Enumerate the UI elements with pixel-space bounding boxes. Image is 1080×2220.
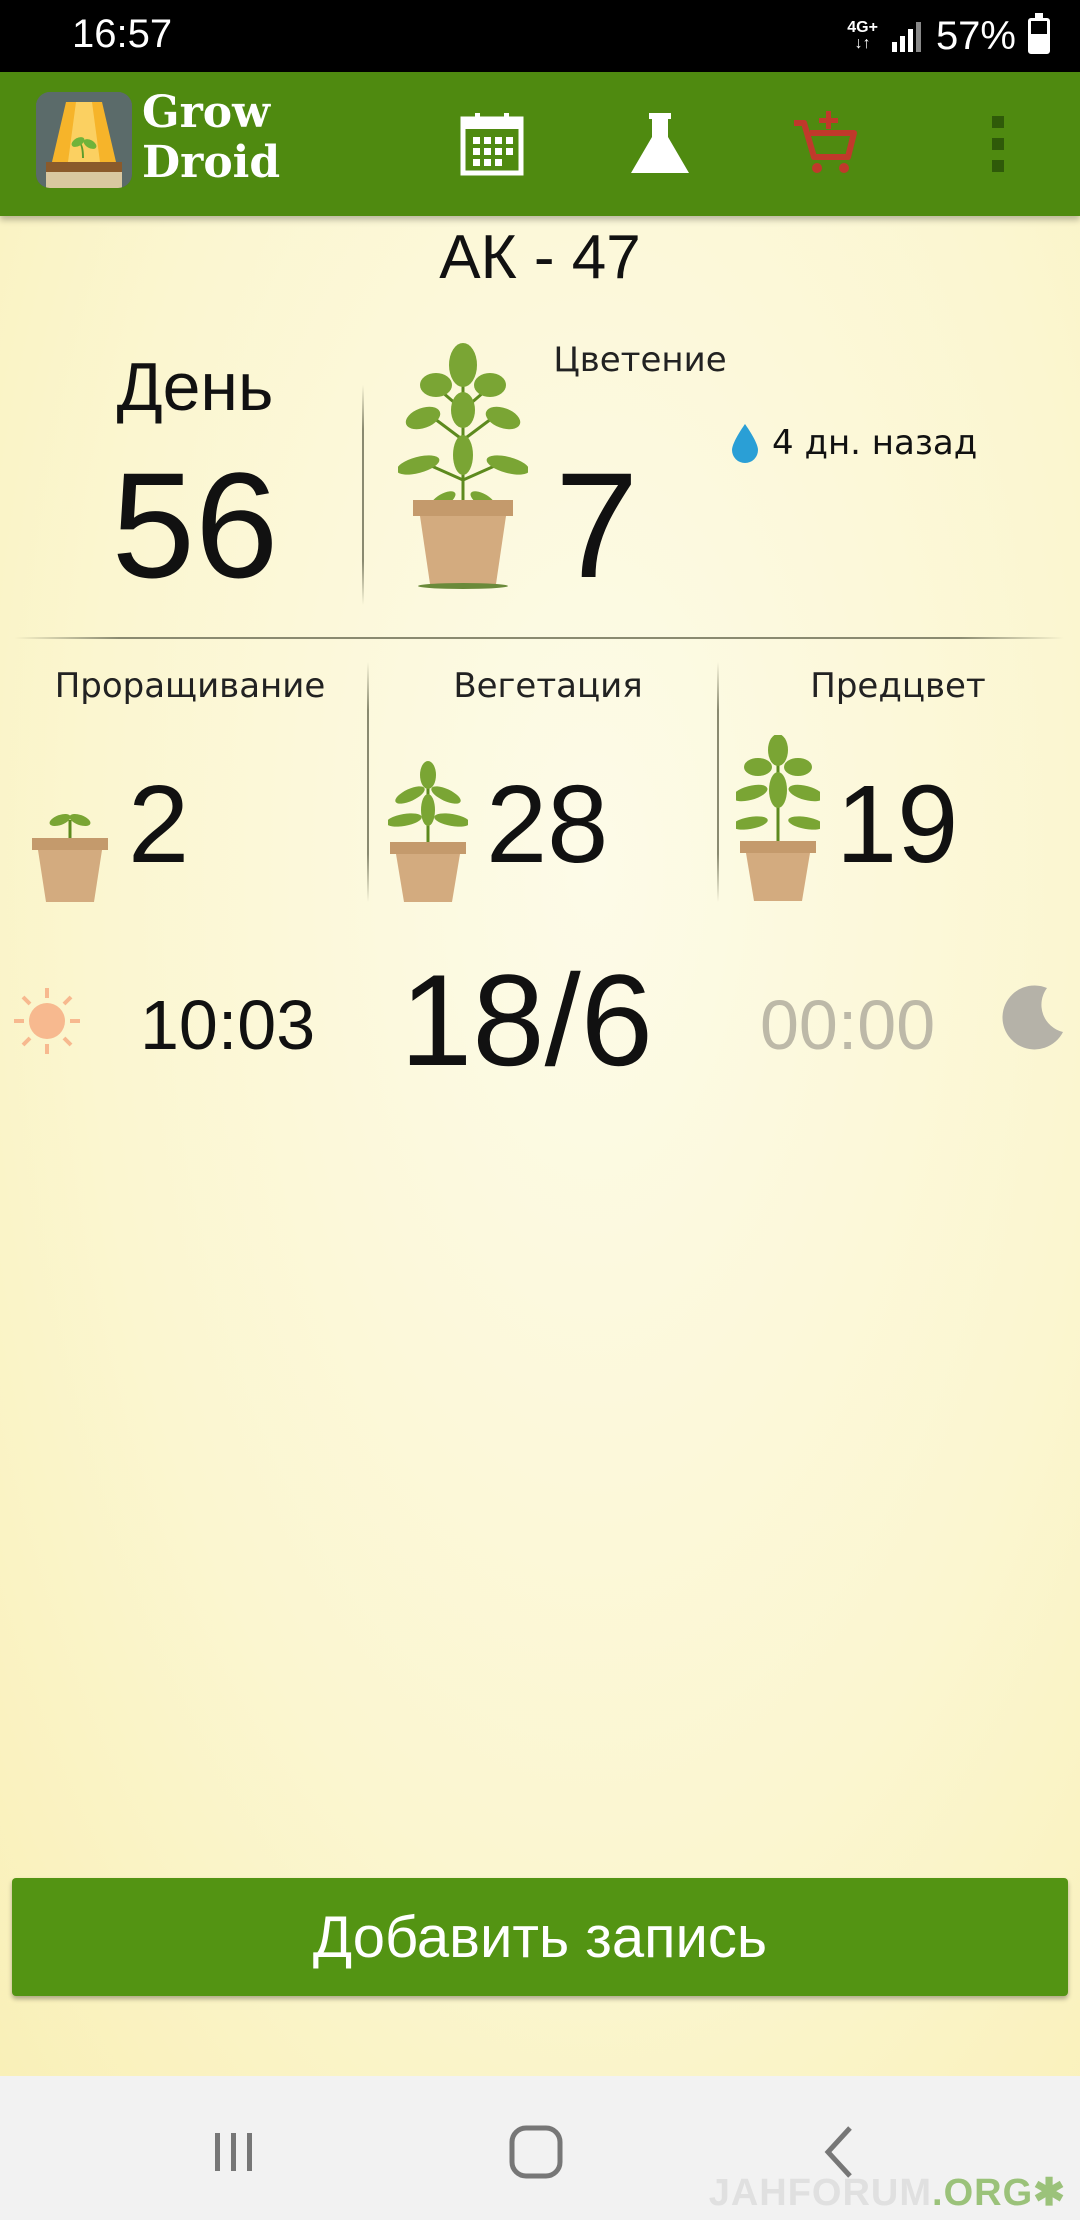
battery-percent: 57% <box>935 13 1016 58</box>
light-on-time[interactable]: 10:03 <box>140 985 315 1065</box>
flask-icon[interactable] <box>620 104 700 184</box>
stage-value: 7 <box>555 441 639 609</box>
data-arrows-icon: ↓↑ <box>854 35 871 52</box>
phase-label-preflower: Предцвет <box>810 666 986 706</box>
vegetative-plant-icon <box>386 760 470 905</box>
battery-fill <box>1031 33 1047 51</box>
divider <box>367 662 369 902</box>
last-watered[interactable]: 4 дн. назад <box>730 422 977 464</box>
cannabis-leaf-icon: ✱ <box>1033 2172 1066 2214</box>
preflower-plant-icon <box>732 734 824 905</box>
battery-icon <box>1028 13 1050 54</box>
watermark-main: JAHFORUM <box>708 2172 933 2214</box>
phase-value-vegetation: 28 <box>486 763 609 886</box>
stage-label: Цветение <box>553 340 727 380</box>
phase-value-germination: 2 <box>128 763 190 886</box>
light-schedule[interactable]: 18/6 <box>400 955 653 1085</box>
network-indicator: 4G+ ↓↑ <box>847 20 878 52</box>
strain-name[interactable]: АК - 47 <box>0 222 1080 293</box>
watermark: JAHFORUM.ORG✱ <box>709 2170 1066 2215</box>
home-button[interactable] <box>496 2112 576 2192</box>
last-watered-text: 4 дн. назад <box>772 423 978 463</box>
water-drop-icon <box>732 424 758 463</box>
network-type: 4G+ <box>847 19 878 36</box>
app-logo-icon[interactable] <box>36 92 132 188</box>
calendar-icon[interactable] <box>452 104 532 184</box>
day-value: 56 <box>111 441 279 609</box>
signal-icon <box>891 22 921 52</box>
day-label: День <box>116 349 274 425</box>
cart-add-icon[interactable] <box>785 104 865 184</box>
status-time: 16:57 <box>72 12 173 56</box>
divider <box>362 385 364 605</box>
sun-icon <box>12 986 82 1056</box>
horizontal-divider <box>14 637 1064 639</box>
phase-label-vegetation: Вегетация <box>453 666 643 706</box>
status-bar: 16:57 4G+ ↓↑ 57% <box>0 0 1080 72</box>
add-entry-button[interactable]: Добавить запись <box>12 1878 1068 1996</box>
app-bar: Grow Droid <box>0 72 1080 216</box>
status-indicators: 4G+ ↓↑ 57% <box>847 12 1050 60</box>
phase-value-preflower: 19 <box>836 763 959 886</box>
more-vert-icon[interactable] <box>958 104 1038 184</box>
flowering-plant-icon <box>396 340 530 590</box>
moon-icon <box>995 982 1067 1054</box>
app-title: Grow Droid <box>142 88 280 188</box>
recent-apps-button[interactable] <box>194 2112 274 2192</box>
divider <box>717 662 719 902</box>
app-title-line2: Droid <box>142 137 281 188</box>
app-title-line1: Grow <box>142 87 270 138</box>
light-off-time[interactable]: 00:00 <box>760 985 935 1065</box>
watermark-suffix: .ORG <box>932 2172 1034 2214</box>
phase-label-germination: Проращивание <box>54 666 326 706</box>
seedling-icon <box>30 800 110 905</box>
